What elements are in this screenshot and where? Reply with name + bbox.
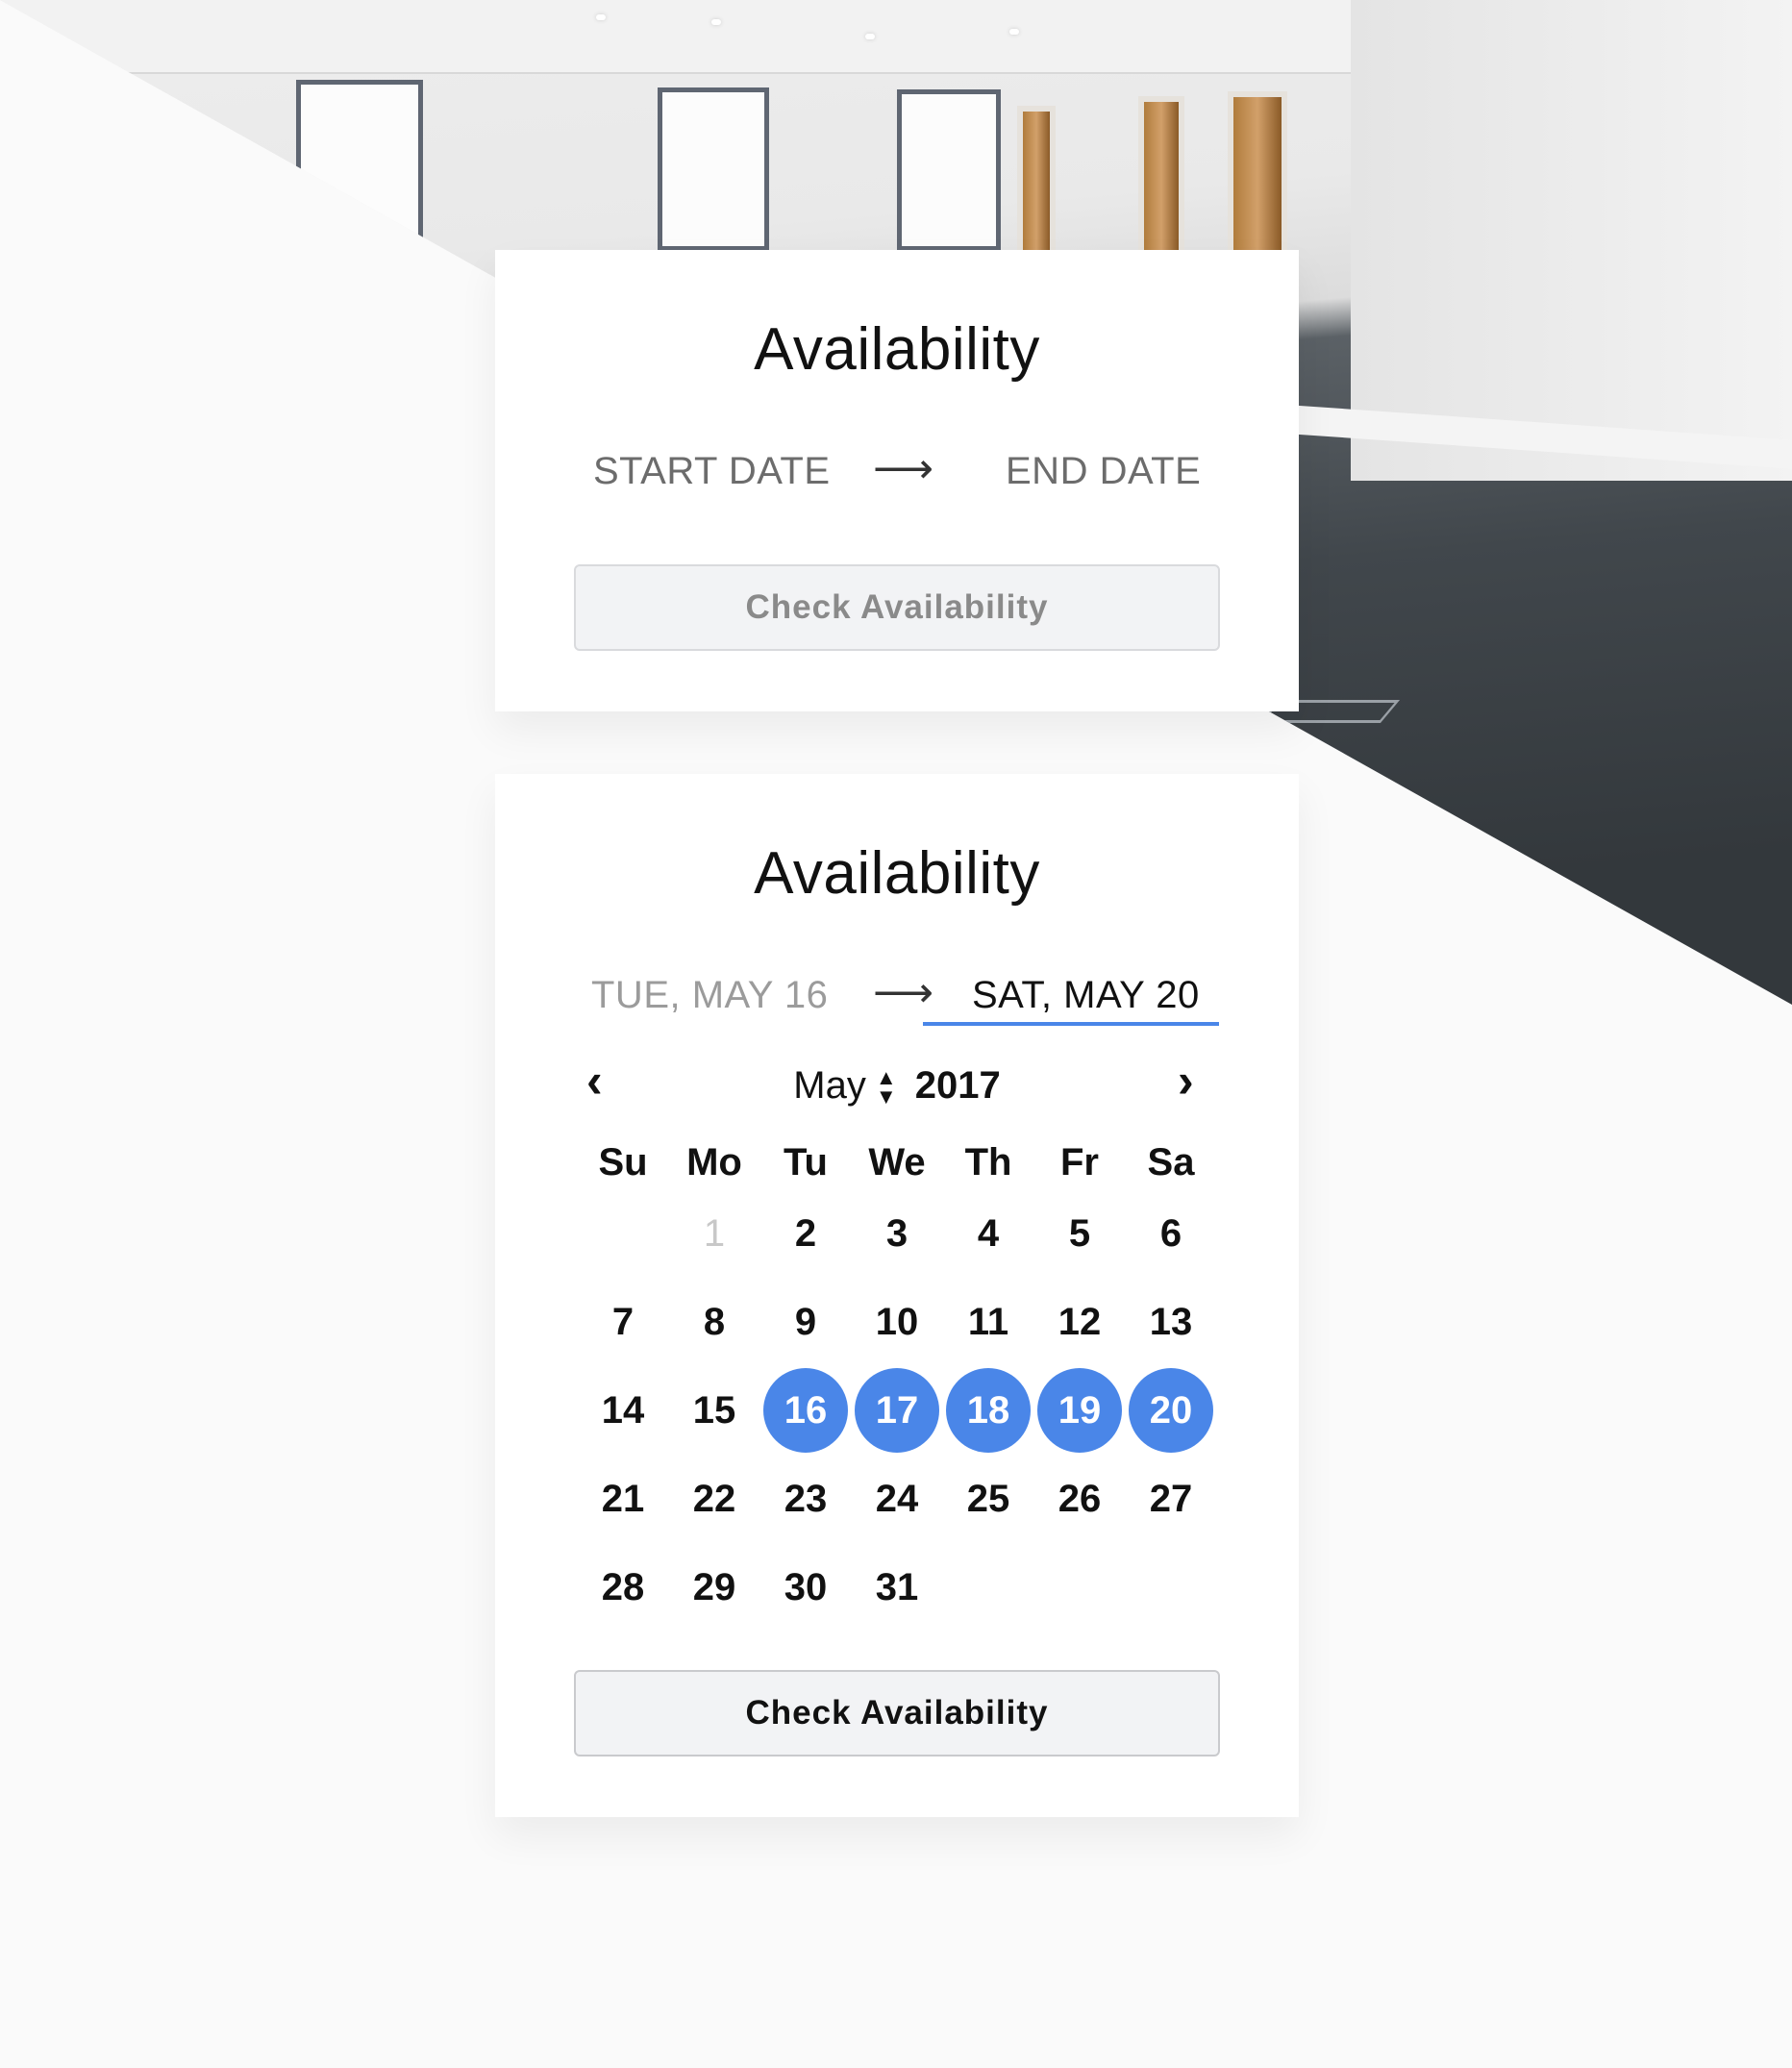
month-year-selector: May ▲ ▼ 2017: [495, 1064, 1299, 1108]
check-availability-button[interactable]: Check Availability: [574, 1670, 1220, 1757]
calendar-day[interactable]: 9: [767, 1281, 844, 1363]
calendar-day[interactable]: 15: [676, 1369, 753, 1452]
start-date-field[interactable]: TUE, MAY 16: [591, 974, 828, 1017]
calendar-day[interactable]: 30: [767, 1546, 844, 1629]
calendar-day[interactable]: 29: [676, 1546, 753, 1629]
year-select[interactable]: 2017: [915, 1064, 1001, 1107]
door: [1017, 106, 1056, 250]
weekday-header: We: [868, 1141, 926, 1183]
calendar-day[interactable]: 6: [1132, 1192, 1209, 1275]
weekday-header: Fr: [1060, 1141, 1099, 1183]
check-availability-button[interactable]: Check Availability: [574, 564, 1220, 651]
calendar-day-selected[interactable]: 17: [855, 1368, 939, 1453]
calendar-day-selected[interactable]: 18: [946, 1368, 1031, 1453]
card-title: Availability: [754, 840, 1040, 907]
date-range-row: START DATE ⟶ END DATE: [495, 442, 1299, 519]
active-field-underline: [923, 1022, 1219, 1026]
weekday-header: Sa: [1147, 1141, 1195, 1183]
calendar-day[interactable]: 25: [950, 1458, 1027, 1540]
month-select[interactable]: May: [793, 1064, 866, 1107]
calendar-day: 1: [703, 1212, 726, 1255]
calendar-day-selected[interactable]: 19: [1037, 1368, 1122, 1453]
calendar-day[interactable]: 21: [585, 1458, 661, 1540]
date-range-row: TUE, MAY 16 ⟶ SAT, MAY 20: [495, 966, 1299, 1043]
calendar-day[interactable]: 24: [859, 1458, 935, 1540]
window: [658, 87, 769, 251]
calendar-day[interactable]: 3: [859, 1192, 935, 1275]
door: [1138, 96, 1184, 250]
availability-card-empty: Availability START DATE ⟶ END DATE Check…: [495, 250, 1299, 711]
calendar-day[interactable]: 13: [1132, 1281, 1209, 1363]
calendar-day[interactable]: 22: [676, 1458, 753, 1540]
calendar-day[interactable]: 28: [585, 1546, 661, 1629]
weekday-header: Tu: [784, 1141, 828, 1183]
start-date-field[interactable]: START DATE: [593, 450, 831, 493]
calendar-day[interactable]: 23: [767, 1458, 844, 1540]
calendar-day-selected[interactable]: 20: [1129, 1368, 1213, 1453]
end-date-field[interactable]: SAT, MAY 20: [972, 974, 1200, 1017]
calendar-day[interactable]: 11: [950, 1281, 1027, 1363]
calendar-day[interactable]: 8: [676, 1281, 753, 1363]
window: [897, 89, 1001, 251]
end-date-field[interactable]: END DATE: [1006, 450, 1201, 493]
calendar-day[interactable]: 5: [1041, 1192, 1118, 1275]
window: [296, 80, 423, 253]
calendar-day[interactable]: 14: [585, 1369, 661, 1452]
ceiling-light: [865, 34, 875, 39]
ceiling-light: [1009, 29, 1019, 35]
calendar-day[interactable]: 7: [585, 1281, 661, 1363]
weekday-header: Su: [598, 1141, 648, 1183]
door: [1228, 91, 1287, 250]
weekday-header: Th: [964, 1141, 1012, 1183]
ceiling-light: [711, 19, 721, 25]
calendar-day[interactable]: 27: [1132, 1458, 1209, 1540]
arrow-right-icon: ⟶: [873, 969, 934, 1016]
ceiling-light: [596, 14, 606, 20]
calendar-day-selected[interactable]: 16: [763, 1368, 848, 1453]
calendar-day[interactable]: 10: [859, 1281, 935, 1363]
availability-card-calendar: Availability TUE, MAY 16 ⟶ SAT, MAY 20 ‹…: [495, 774, 1299, 1817]
weekday-header: Mo: [686, 1141, 742, 1183]
calendar-day[interactable]: 12: [1041, 1281, 1118, 1363]
calendar-day[interactable]: 26: [1041, 1458, 1118, 1540]
calendar-day[interactable]: 31: [859, 1546, 935, 1629]
card-title: Availability: [754, 316, 1040, 383]
wall: [1351, 0, 1792, 481]
calendar-day[interactable]: 2: [767, 1192, 844, 1275]
sort-updown-icon[interactable]: ▲ ▼: [876, 1067, 897, 1108]
arrow-right-icon: ⟶: [873, 445, 934, 492]
calendar-day[interactable]: 4: [950, 1192, 1027, 1275]
